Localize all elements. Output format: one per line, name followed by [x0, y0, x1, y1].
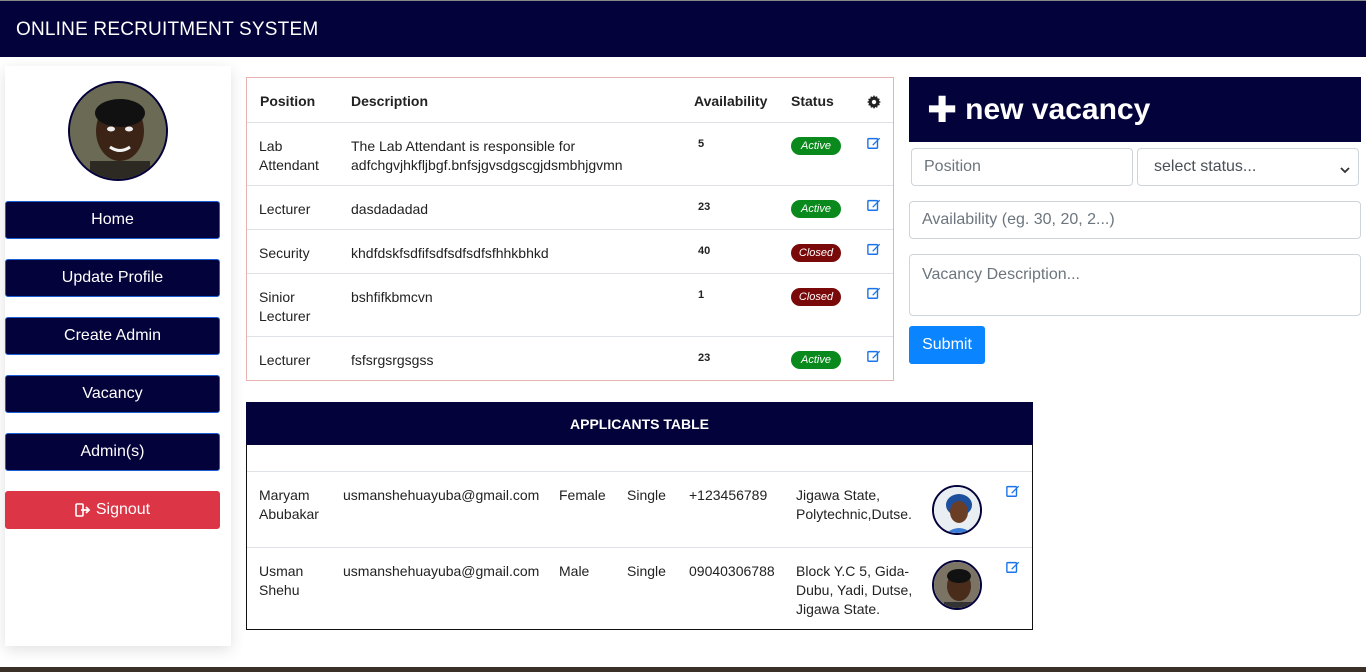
sidebar-item-vacancy[interactable]: Vacancy [5, 375, 220, 413]
new-vacancy-header: ✚ new vacancy [909, 77, 1361, 142]
bottom-strip [0, 667, 1366, 672]
applicant-email: usmanshehuayuba@gmail.com [343, 487, 540, 503]
position-input[interactable]: Position [911, 148, 1133, 186]
applicant-address: Block Y.C 5, Gida-Dubu, Yadi, Dutse, Jig… [796, 563, 913, 617]
applicant-email: usmanshehuayuba@gmail.com [343, 563, 540, 579]
col-header-description: Description [351, 93, 429, 109]
vacancy-availability: 40 [698, 245, 711, 257]
vacancy-position: Lab Attendant [259, 138, 319, 173]
admin-avatar [68, 81, 168, 181]
table-row: Maryam Abubakar usmanshehuayuba@gmail.co… [247, 471, 1032, 547]
edit-icon[interactable] [867, 198, 881, 212]
applicant-phone: +123456789 [689, 487, 768, 503]
vacancy-availability: 1 [698, 289, 705, 301]
vacancy-description: dasdadadad [351, 201, 429, 217]
applicant-name: Usman Shehu [259, 563, 304, 598]
edit-icon[interactable] [867, 242, 881, 256]
status-badge: Active [791, 351, 841, 369]
plus-icon: ✚ [927, 88, 958, 130]
status-badge: Closed [791, 244, 841, 262]
applicant-name: Maryam Abubakar [259, 487, 319, 522]
signout-label: Signout [95, 501, 151, 518]
table-row: Sinior Lecturer bshfifkbmcvn 1 Closed [247, 273, 893, 336]
applicant-gender: Female [559, 487, 606, 503]
col-header-position: Position [260, 93, 316, 109]
applicants-table-title: APPLICANTS TABLE [246, 402, 1033, 445]
app-brand[interactable]: ONLINE RECRUITMENT SYSTEM [16, 19, 318, 41]
vacancy-availability: 23 [698, 201, 711, 213]
applicant-address: Jigawa State, Polytechnic,Dutse. [796, 487, 912, 522]
vacancy-position: Sinior Lecturer [259, 289, 311, 324]
sidebar-item-update-profile[interactable]: Update Profile [5, 259, 220, 297]
submit-button[interactable]: Submit [909, 326, 985, 364]
vacancy-position: Security [259, 245, 310, 261]
signout-button[interactable]: Signout [5, 491, 220, 529]
applicant-photo [932, 560, 982, 610]
gear-icon[interactable] [867, 95, 881, 109]
applicant-photo [932, 485, 982, 535]
sidebar-item-admins[interactable]: Admin(s) [5, 433, 220, 471]
status-badge: Active [791, 200, 841, 218]
status-select-value: select status... [1154, 158, 1257, 175]
vacancy-position: Lecturer [259, 201, 311, 217]
edit-icon[interactable] [1006, 484, 1020, 498]
table-row: Usman Shehu usmanshehuayuba@gmail.com Ma… [247, 547, 1032, 629]
signout-icon [75, 502, 91, 518]
applicant-marital-status: Single [627, 563, 666, 579]
table-row: Security khdfdskfsdfifsdfsdfsdfsfhhkbhkd… [247, 229, 893, 273]
col-header-availability: Availability [694, 93, 768, 109]
table-row: Lecturer dasdadadad 23 Active [247, 185, 893, 229]
vacancy-description: fsfsrgsrgsgss [351, 352, 434, 368]
status-select[interactable]: select status... [1137, 148, 1359, 186]
top-navbar: ONLINE RECRUITMENT SYSTEM [0, 0, 1366, 57]
edit-icon[interactable] [867, 136, 881, 150]
sidebar-item-create-admin[interactable]: Create Admin [5, 317, 220, 355]
vacancy-description: The Lab Attendant is responsible for adf… [351, 138, 623, 173]
vacancy-table: Position Description Availability Status… [246, 77, 894, 381]
status-badge: Closed [791, 288, 841, 306]
new-vacancy-title: new vacancy [965, 92, 1151, 126]
col-header-status: Status [791, 93, 834, 109]
sidebar: Home Update Profile Create Admin Vacancy… [5, 66, 231, 646]
applicant-gender: Male [559, 563, 590, 579]
availability-input[interactable]: Availability (eg. 30, 20, 2...) [909, 201, 1361, 239]
status-badge: Active [791, 137, 841, 155]
table-row: Lab Attendant The Lab Attendant is respo… [247, 122, 893, 185]
applicants-table: APPLICANTS TABLE Maryam Abubakar usmansh… [246, 402, 1033, 630]
chevron-down-icon [1340, 162, 1350, 174]
sidebar-item-home[interactable]: Home [5, 201, 220, 239]
vacancy-description: bshfifkbmcvn [351, 289, 433, 305]
edit-icon[interactable] [867, 349, 881, 363]
applicant-phone: 09040306788 [689, 563, 775, 579]
vacancy-availability: 5 [698, 138, 705, 150]
vacancy-description-textarea[interactable]: Vacancy Description... [909, 254, 1361, 316]
applicant-marital-status: Single [627, 487, 666, 503]
vacancy-description: khdfdskfsdfifsdfsdfsdfsfhhkbhkd [351, 245, 549, 261]
vacancy-position: Lecturer [259, 352, 311, 368]
vacancy-availability: 23 [698, 352, 711, 364]
table-row: Lecturer fsfsrgsrgsgss 23 Active [247, 336, 893, 380]
edit-icon[interactable] [1006, 560, 1020, 574]
edit-icon[interactable] [867, 286, 881, 300]
